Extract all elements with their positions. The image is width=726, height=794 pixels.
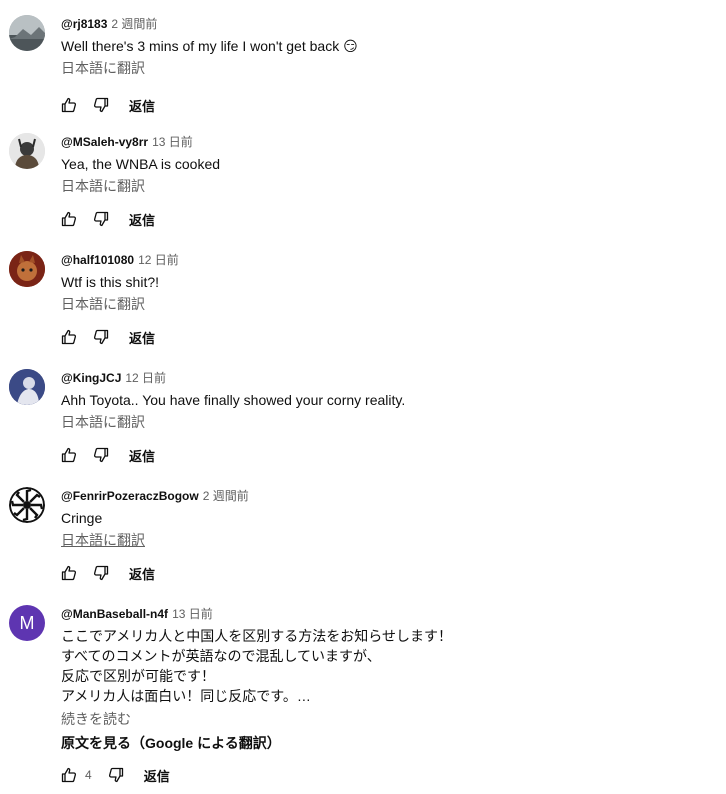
translate-link[interactable]: 日本語に翻訳 <box>61 176 706 196</box>
thumbs-up-icon[interactable] <box>61 329 77 345</box>
reply-button[interactable]: 返信 <box>129 564 155 583</box>
comment-text: Well there's 3 mins of my life I won't g… <box>61 36 706 56</box>
comment-text-line: ここでアメリカ人と中国人を区別する方法をお知らせします！ <box>61 628 453 644</box>
avatar-image-icon <box>9 251 45 287</box>
avatar-letter: M <box>19 612 35 633</box>
black-sun-emblem-icon <box>9 487 45 523</box>
comment-text-line: すべてのコメントが英語なので混乱していますが、 <box>61 648 381 664</box>
thumbs-up-icon[interactable] <box>61 565 77 581</box>
translate-link[interactable]: 日本語に翻訳 <box>61 294 706 314</box>
comment-header: @ManBaseball-n4f 13 日前 <box>61 605 706 623</box>
thumbs-up-icon[interactable] <box>61 767 77 783</box>
reply-button[interactable]: 返信 <box>129 210 155 229</box>
comment-actions: 返信 <box>61 561 155 585</box>
avatar-image-icon <box>9 15 45 51</box>
comment-text: Wtf is this shit?! <box>61 274 160 290</box>
comment-body: @KingJCJ 12 日前 Ahh Toyota.. You have fina… <box>61 369 706 432</box>
read-more-link[interactable]: 続きを読む <box>61 709 706 729</box>
comment-body: @ManBaseball-n4f 13 日前 ここでアメリカ人と中国人を区別する方… <box>61 605 706 753</box>
comment-author[interactable]: @half101080 <box>61 253 134 267</box>
thumbs-down-icon[interactable] <box>93 447 109 463</box>
avatar-image-icon <box>9 369 45 405</box>
reply-button[interactable]: 返信 <box>129 96 155 115</box>
reply-button[interactable]: 返信 <box>144 766 170 785</box>
comment-text-content: Well there's 3 mins of my life I won't g… <box>61 38 340 54</box>
thumbs-down-icon[interactable] <box>93 211 109 227</box>
comment-body: @FenrirPozeraczBogow 2 週間前 Cringe 日本語に翻訳 <box>61 487 706 550</box>
avatar[interactable] <box>9 133 45 169</box>
comment-actions: 返信 <box>61 207 155 231</box>
comment-header: @KingJCJ 12 日前 <box>61 369 706 387</box>
comment-time[interactable]: 13 日前 <box>152 135 193 149</box>
like-count: 4 <box>85 768 92 782</box>
comment-time[interactable]: 12 日前 <box>125 371 166 385</box>
thumbs-up-icon[interactable] <box>61 211 77 227</box>
comment-author[interactable]: @FenrirPozeraczBogow <box>61 489 199 503</box>
comment-text: Cringe <box>61 510 103 526</box>
avatar[interactable] <box>9 369 45 405</box>
comment-time[interactable]: 2 週間前 <box>111 17 157 31</box>
comment-text-line: アメリカ人は面白い！同じ反応です。… <box>61 688 311 704</box>
comment-author[interactable]: @MSaleh-vy8rr <box>61 135 148 149</box>
comment-body: @rj8183 2 週間前 Well there's 3 mins of my l… <box>61 15 706 78</box>
thumbs-up-icon[interactable] <box>61 97 77 113</box>
comment-actions: 返信 <box>61 443 155 467</box>
thumbs-down-icon[interactable] <box>108 767 124 783</box>
thumbs-down-icon[interactable] <box>93 565 109 581</box>
thumbs-down-icon[interactable] <box>93 329 109 345</box>
comment-time[interactable]: 12 日前 <box>138 253 179 267</box>
reply-button[interactable]: 返信 <box>129 446 155 465</box>
comment-header: @rj8183 2 週間前 <box>61 15 706 33</box>
translate-link[interactable]: 日本語に翻訳 <box>61 58 706 78</box>
comment-time[interactable]: 13 日前 <box>172 607 213 621</box>
comment-author[interactable]: @ManBaseball-n4f <box>61 607 168 621</box>
reply-button[interactable]: 返信 <box>129 328 155 347</box>
comment-author[interactable]: @rj8183 <box>61 17 107 31</box>
comment-text: ここでアメリカ人と中国人を区別する方法をお知らせします！ すべてのコメントが英語… <box>61 626 706 706</box>
comment-header: @FenrirPozeraczBogow 2 週間前 <box>61 487 706 505</box>
comment-actions: 返信 <box>61 93 155 117</box>
translate-link[interactable]: 日本語に翻訳 <box>61 530 706 550</box>
comment-body: @MSaleh-vy8rr 13 日前 Yea, the WNBA is cook… <box>61 133 706 196</box>
translate-link[interactable]: 日本語に翻訳 <box>61 412 706 432</box>
avatar[interactable] <box>9 15 45 51</box>
avatar[interactable] <box>9 487 45 523</box>
avatar[interactable] <box>9 251 45 287</box>
comment-text: Ahh Toyota.. You have finally showed you… <box>61 392 406 408</box>
avatar[interactable]: M <box>9 605 45 641</box>
comment-text-line: 反応で区別が可能です！ <box>61 668 215 684</box>
comment-actions: 返信 <box>61 325 155 349</box>
comment-actions: 4 返信 <box>61 763 170 787</box>
thumbs-up-icon[interactable] <box>61 447 77 463</box>
show-original-link[interactable]: 原文を見る（Google による翻訳） <box>61 733 706 753</box>
comment-header: @half101080 12 日前 <box>61 251 706 269</box>
comment-text: Yea, the WNBA is cooked <box>61 156 221 172</box>
comment-time[interactable]: 2 週間前 <box>203 489 249 503</box>
thumbs-down-icon[interactable] <box>93 97 109 113</box>
comment-body: @half101080 12 日前 Wtf is this shit?! 日本語に… <box>61 251 706 314</box>
avatar-image-icon <box>9 133 45 169</box>
smirk-emoji-icon: 😏 <box>343 38 358 54</box>
comment-header: @MSaleh-vy8rr 13 日前 <box>61 133 706 151</box>
comment-author[interactable]: @KingJCJ <box>61 371 121 385</box>
